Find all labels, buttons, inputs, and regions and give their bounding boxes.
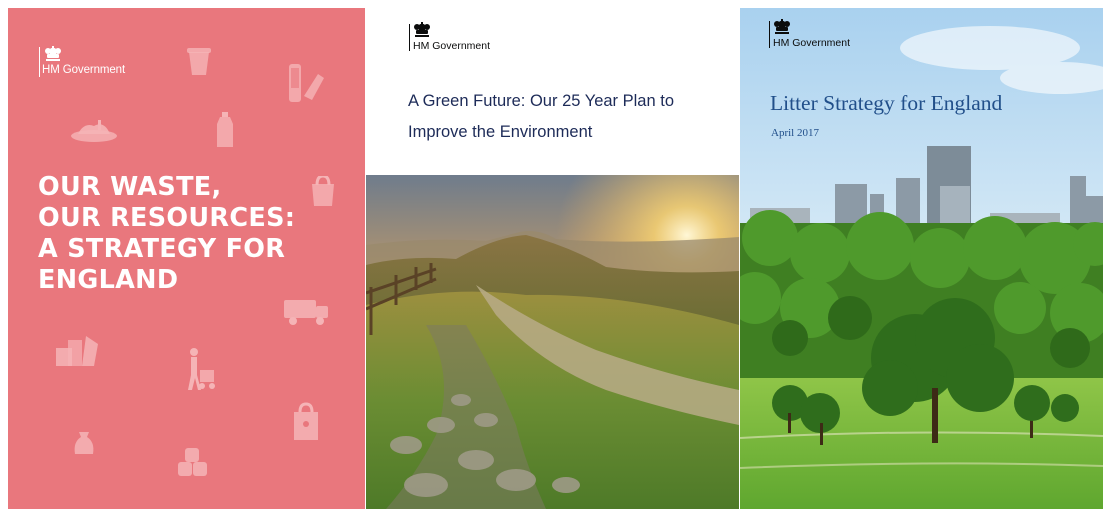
waste-pile-icon [56, 336, 98, 366]
title-line: OUR RESOURCES: [38, 203, 296, 233]
publisher-name: HM Government [42, 64, 126, 76]
plastic-bottle-icon [217, 112, 233, 147]
person-with-trolley-icon [188, 348, 215, 390]
glass-bottle-icon [304, 74, 324, 100]
logo-rule [769, 21, 770, 48]
title-line: OUR WASTE, [38, 172, 222, 202]
stacked-cans-icon [178, 448, 207, 476]
park-city-skyline-photo [740, 8, 1103, 509]
cover-title: A Green Future: Our 25 Year Plan to Impr… [408, 92, 674, 141]
sack-icon [74, 432, 94, 454]
coffee-cup-icon [187, 48, 211, 75]
logo-rule [409, 24, 410, 51]
moorland-path-photo [366, 175, 739, 509]
publisher-name: HM Government [773, 37, 851, 49]
hm-government-logo: HM Government [769, 19, 879, 51]
royal-coat-of-arms-icon [774, 19, 790, 34]
logo-rule [39, 47, 40, 77]
cover-litter-strategy[interactable]: HM Government Litter Strategy for Englan… [740, 8, 1103, 509]
cover-title: OUR WASTE, OUR RESOURCES: A STRATEGY FOR… [38, 172, 295, 296]
royal-coat-of-arms-icon [45, 46, 61, 61]
drinks-can-icon [289, 64, 301, 102]
title-line: A STRATEGY FOR [38, 234, 286, 264]
title-line: ENGLAND [38, 265, 179, 295]
publication-date: April 2017 [771, 127, 819, 139]
cover-title: Litter Strategy for England [770, 91, 1003, 115]
cover-waste-strategy[interactable]: HM Government OUR WASTE, OUR RESOURCES: … [8, 8, 365, 509]
cover-green-future[interactable]: HM Government A Green Future: Our 25 Yea… [366, 8, 739, 509]
hm-government-logo: HM Government [39, 45, 149, 79]
hm-government-logo: HM Government [409, 22, 519, 54]
refuse-lorry-icon [284, 300, 328, 325]
publisher-name: HM Government [413, 40, 491, 52]
royal-coat-of-arms-icon [414, 22, 430, 37]
paper-bag-icon [294, 402, 318, 440]
plastic-bag-icon [312, 176, 334, 206]
landfill-site-icon [71, 120, 117, 142]
